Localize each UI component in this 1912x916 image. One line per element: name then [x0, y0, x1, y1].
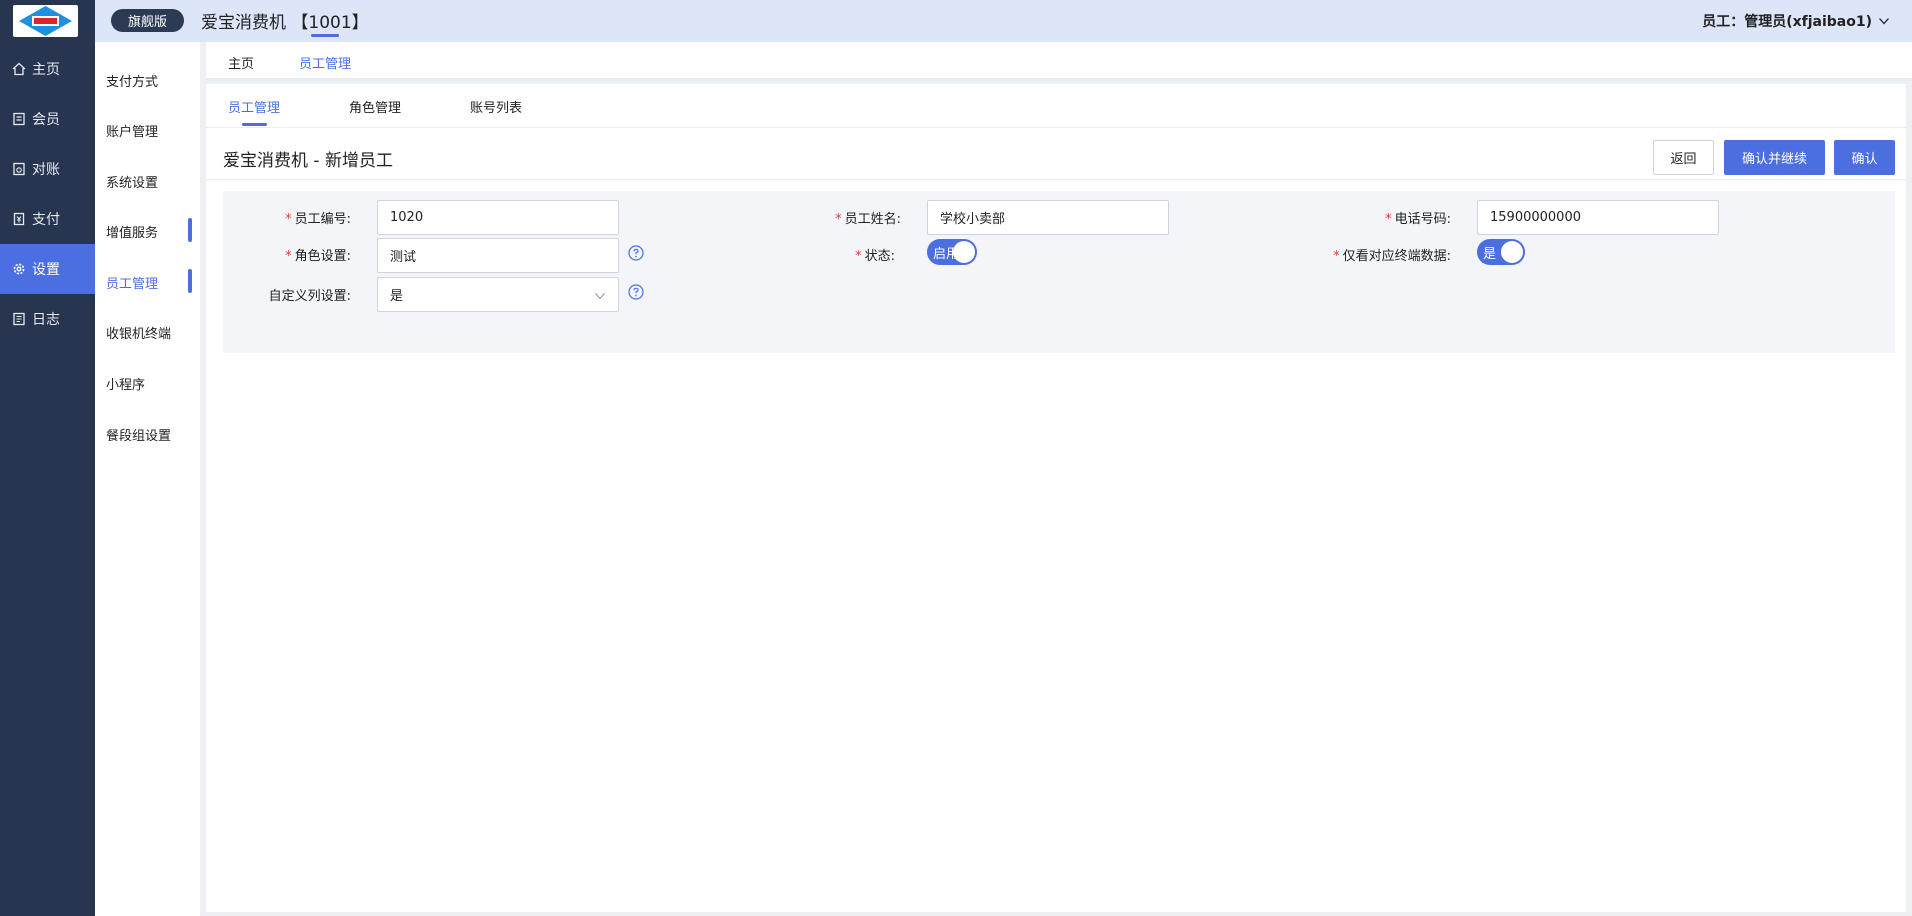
edition-badge: 旗舰版 [111, 9, 184, 32]
required-mark: * [855, 249, 862, 264]
role-label: * 角色设置: [285, 245, 351, 264]
phone-label-text: 电话号码: [1394, 212, 1451, 227]
terminal-only-label: * 仅看对应终端数据: [1333, 245, 1451, 264]
phone-label: * 电话号码: [1385, 208, 1451, 227]
sidebar-item-payment[interactable]: 支付 [0, 194, 95, 244]
sidebar-item-label: 对账 [32, 162, 60, 178]
sidebar-item-home[interactable]: 主页 [0, 44, 95, 94]
sub-tabs: 员工管理 角色管理 账号列表 [206, 84, 1906, 128]
role-input[interactable] [377, 238, 619, 273]
subtab-account-list[interactable]: 账号列表 [470, 97, 522, 116]
toggle-knob [1501, 241, 1523, 263]
status-label: * 状态: [855, 245, 895, 264]
sidebar-item-member[interactable]: 会员 [0, 94, 95, 144]
chevron-down-icon [595, 293, 605, 300]
subnav-item-meal-period[interactable]: 餐段组设置 [106, 425, 171, 444]
required-mark: * [1385, 212, 1392, 227]
store-title: 爱宝消费机 【1001】 [201, 13, 369, 33]
logo-diamond-icon [19, 6, 72, 36]
help-icon[interactable] [628, 245, 644, 261]
subnav-item-system-settings[interactable]: 系统设置 [106, 172, 158, 191]
sidebar-item-reconcile[interactable]: 对账 [0, 144, 95, 194]
subnav-active-indicator [188, 269, 192, 293]
terminal-only-toggle[interactable]: 是 [1477, 239, 1525, 265]
page-title: 爱宝消费机 - 新增员工 [223, 151, 393, 171]
custom-column-select[interactable]: 是 [377, 277, 619, 312]
payment-icon [13, 212, 25, 226]
page-tab-indicator [311, 34, 339, 37]
employee-no-input[interactable] [377, 200, 619, 235]
subnav-item-pos-terminal[interactable]: 收银机终端 [106, 323, 171, 342]
required-mark: * [1333, 249, 1340, 264]
subnav-item-employee-management[interactable]: 员工管理 [106, 273, 158, 292]
status-toggle[interactable]: 启用 [927, 239, 977, 265]
employee-name-input[interactable] [927, 200, 1169, 235]
sidebar-item-label: 设置 [32, 262, 60, 278]
subtab-employee-management[interactable]: 员工管理 [228, 97, 280, 116]
subnav-item-mini-program[interactable]: 小程序 [106, 374, 145, 393]
sidebar-item-settings[interactable]: 设置 [0, 244, 95, 294]
confirm-and-continue-button[interactable]: 确认并继续 [1724, 140, 1825, 175]
tab-employee-management[interactable]: 员工管理 [299, 53, 351, 72]
required-mark: * [835, 212, 842, 227]
terminal-only-toggle-text: 是 [1483, 246, 1497, 262]
user-name: 员工：管理员(xfjaibao1) [1702, 14, 1872, 30]
subnav-item-account-management[interactable]: 账户管理 [106, 121, 158, 140]
employee-no-label: * 员工编号: [285, 208, 351, 227]
help-icon[interactable] [628, 284, 644, 300]
sidebar-item-label: 主页 [32, 62, 60, 78]
role-label-text: 角色设置: [294, 249, 351, 264]
sidebar-item-label: 会员 [32, 112, 60, 128]
member-icon [13, 112, 25, 126]
sidebar-item-label: 日志 [32, 312, 60, 328]
subnav-item-value-added[interactable]: 增值服务 [106, 222, 158, 241]
user-menu[interactable]: 员工：管理员(xfjaibao1) [1702, 11, 1890, 31]
phone-input[interactable] [1477, 200, 1719, 235]
toggle-knob [953, 241, 975, 263]
employee-name-label-text: 员工姓名: [844, 212, 901, 227]
gear-icon [13, 263, 25, 275]
log-icon [13, 312, 25, 326]
home-icon [12, 62, 26, 76]
page-tabs: 主页 员工管理 [206, 42, 1912, 81]
employee-name-label: * 员工姓名: [835, 208, 901, 227]
reconcile-icon [13, 162, 25, 176]
sidebar-item-label: 支付 [32, 212, 60, 228]
custom-column-label: 自定义列设置: [269, 285, 351, 304]
custom-column-value: 是 [390, 289, 404, 304]
main-panel: 员工管理 角色管理 账号列表 爱宝消费机 - 新增员工 返回 确认并继续 确认 … [206, 84, 1906, 912]
brand-logo[interactable] [13, 5, 78, 37]
confirm-button[interactable]: 确认 [1834, 140, 1895, 175]
back-button[interactable]: 返回 [1653, 140, 1714, 175]
terminal-only-label-text: 仅看对应终端数据: [1342, 249, 1451, 264]
employee-no-label-text: 员工编号: [294, 212, 351, 227]
secondary-sidebar: 支付方式 账户管理 系统设置 增值服务 员工管理 收银机终端 小程序 餐段组设置 [95, 42, 200, 916]
status-label-text: 状态: [864, 249, 895, 264]
subtab-indicator [242, 123, 267, 126]
subnav-scroll-marker [188, 218, 192, 242]
required-mark: * [285, 249, 292, 264]
top-header: 旗舰版 爱宝消费机 【1001】 员工：管理员(xfjaibao1) [95, 0, 1912, 42]
sidebar-item-log[interactable]: 日志 [0, 294, 95, 344]
subnav-item-payment-methods[interactable]: 支付方式 [106, 71, 158, 90]
custom-column-label-text: 自定义列设置: [268, 289, 351, 304]
employee-form: *员工编号: *员工姓名: *电话号码: *角色设置: *状态: 启用 [223, 191, 1895, 353]
required-mark: * [285, 212, 292, 227]
subtab-role-management[interactable]: 角色管理 [349, 97, 401, 116]
tab-home[interactable]: 主页 [228, 53, 254, 72]
chevron-down-icon [1879, 18, 1889, 25]
divider [206, 179, 1906, 180]
main-sidebar: 主页 会员 对账 支付 设置 日志 [0, 0, 95, 916]
